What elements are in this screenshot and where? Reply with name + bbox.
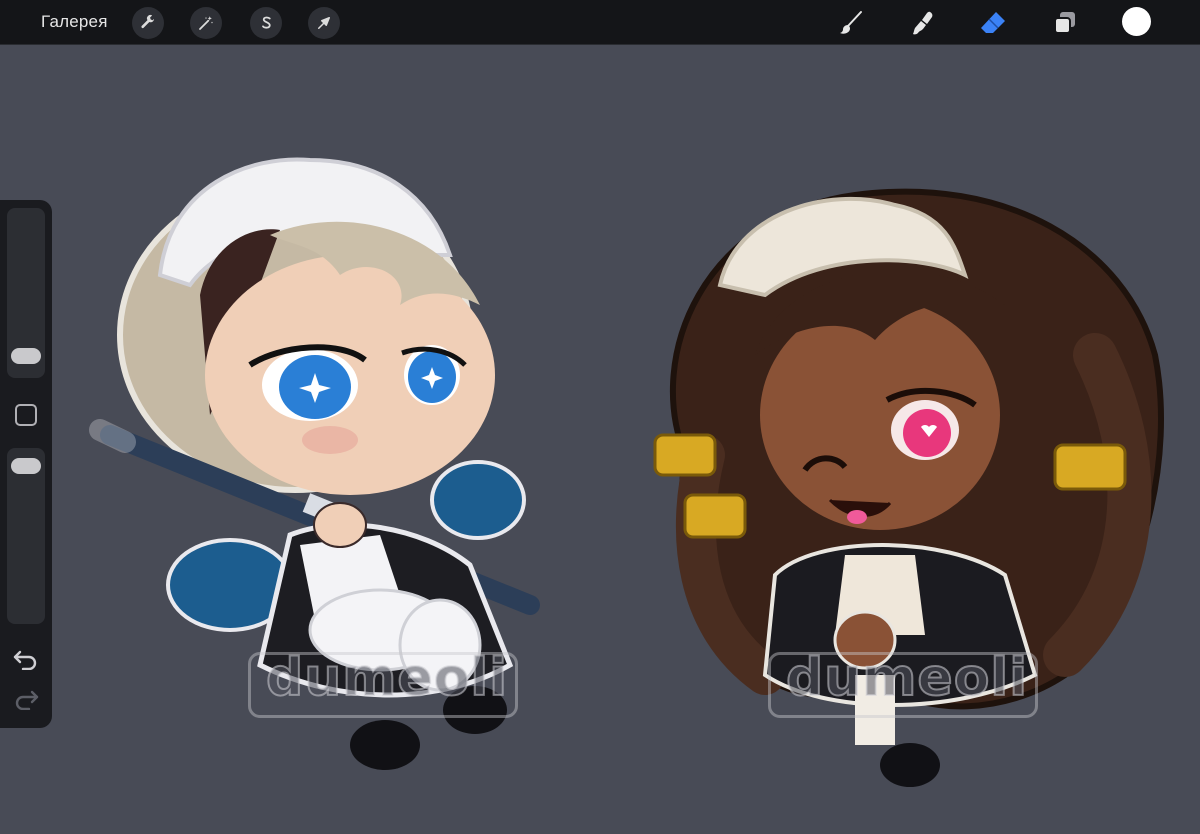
modify-button[interactable] [15,404,37,426]
redo-icon[interactable] [13,688,39,710]
undo-icon[interactable] [13,648,39,670]
watermark-right: dumeoli [785,647,1029,709]
transform-button[interactable] [308,7,340,39]
layers-button[interactable] [1048,6,1082,40]
smudge-button[interactable] [906,6,940,40]
eraser-icon [981,12,1005,33]
opacity-slider[interactable] [7,448,45,624]
brush-icon [840,11,862,34]
eraser-button[interactable] [976,6,1010,40]
toolbar: Галерея [0,0,1200,45]
adjustments-button[interactable] [190,7,222,39]
canvas[interactable]: dumeoli dumeoli [0,45,1200,834]
color-swatch[interactable] [1122,7,1151,36]
brush-size-slider[interactable] [7,208,45,378]
layers-icon [1054,12,1075,34]
watermark-left: dumeoli [265,647,509,709]
wrench-icon [141,14,155,29]
actions-button[interactable] [132,7,164,39]
brush-button[interactable] [834,6,868,40]
sidebar [0,200,52,728]
selection-button[interactable] [250,7,282,39]
brush-size-thumb[interactable] [11,348,41,364]
opacity-thumb[interactable] [11,458,41,474]
gallery-button[interactable]: Галерея [41,12,108,32]
magic-wand-icon [199,16,214,30]
smudge-icon [913,11,933,35]
arrow-cursor-icon [318,17,330,29]
selection-s-icon [262,16,271,29]
